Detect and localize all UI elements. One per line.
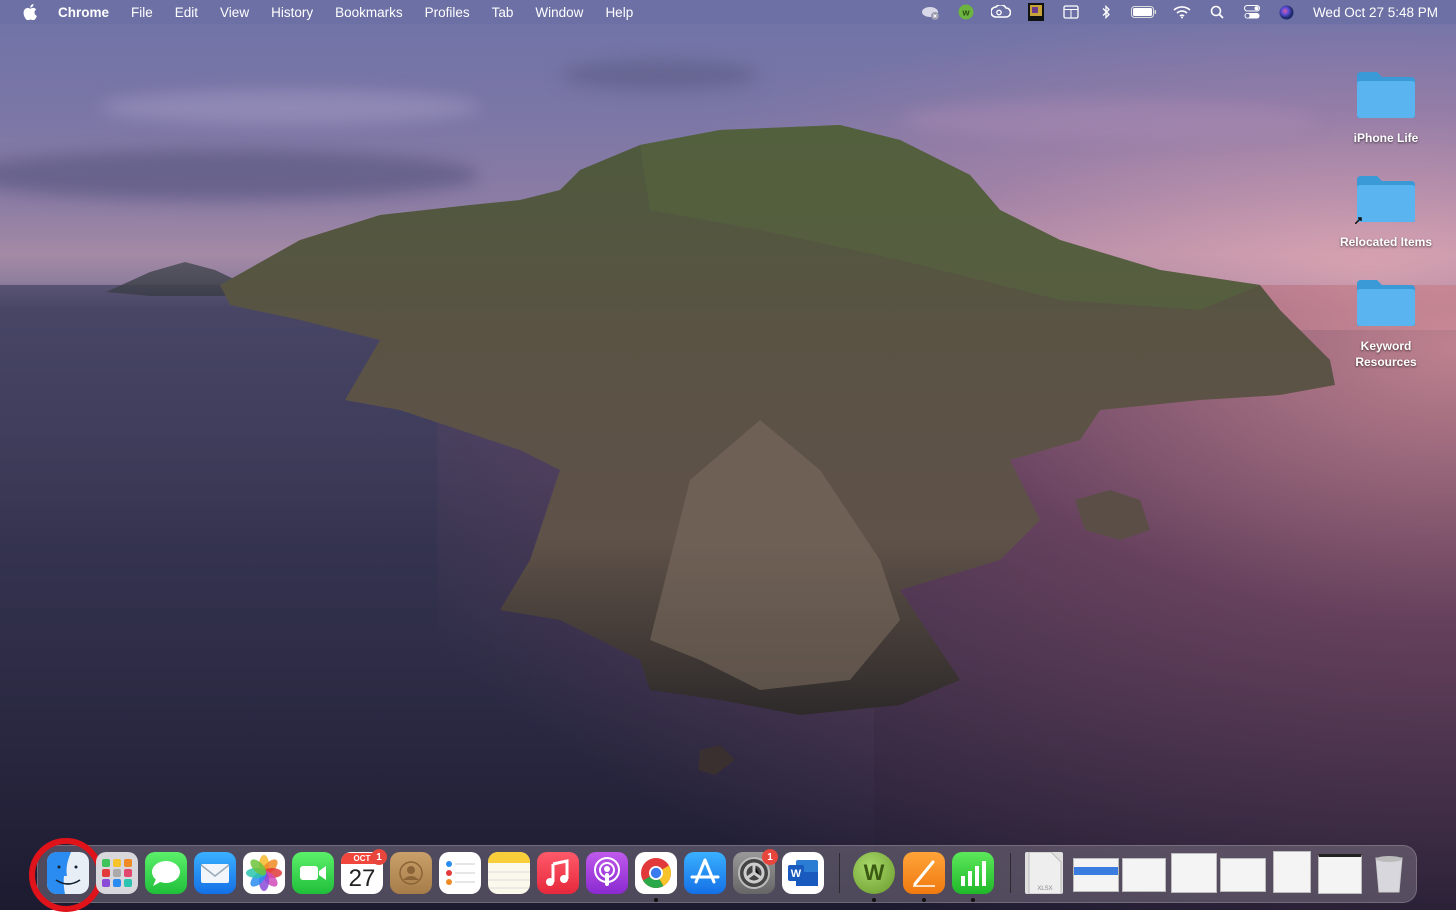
window-tiler-icon[interactable] [1061, 3, 1081, 21]
status-menu-area: w Wed Oct 27 5:48 PM [906, 0, 1438, 24]
desktop-folder-iphone-life[interactable]: iPhone Life [1331, 70, 1441, 146]
menu-tab[interactable]: Tab [492, 5, 514, 20]
dock-app-store[interactable] [684, 852, 726, 894]
running-indicator [922, 898, 926, 902]
dock-word[interactable]: W [782, 852, 824, 894]
dock-reminders[interactable] [439, 852, 481, 894]
battery-icon[interactable] [1130, 3, 1157, 21]
webroot-icon[interactable]: w [956, 3, 976, 21]
dock-pages-window-thumbnail[interactable] [1273, 851, 1311, 893]
menu-history[interactable]: History [271, 5, 313, 20]
desktop-icon-label: iPhone Life [1353, 131, 1419, 145]
messages-icon [152, 861, 180, 886]
dock-chrome[interactable] [635, 852, 677, 894]
notes-icon [488, 852, 530, 889]
dock-numbers-window-thumbnail[interactable] [1122, 858, 1166, 892]
menu-profiles[interactable]: Profiles [425, 5, 470, 20]
dock-music[interactable] [537, 852, 579, 894]
spotlight-search-icon[interactable] [1207, 3, 1227, 21]
trash-icon [1375, 856, 1403, 893]
running-indicator [971, 898, 975, 902]
dock-finder-window-thumbnail[interactable] [1073, 858, 1119, 892]
folder-alias-icon [1354, 174, 1417, 225]
podcasts-icon [594, 857, 620, 886]
island [106, 125, 1335, 775]
svg-text:W: W [791, 868, 802, 880]
launchpad-icon [102, 859, 132, 887]
folder-icon [1355, 278, 1417, 328]
dock-finder-window-thumbnail-2[interactable] [1220, 858, 1266, 892]
dock-photos[interactable] [243, 852, 285, 894]
menu-bar-clock[interactable]: Wed Oct 27 5:48 PM [1313, 5, 1438, 20]
dock-launchpad[interactable] [96, 852, 138, 894]
dock-xlsx-file[interactable]: XLSX [1025, 852, 1063, 894]
desktop-icon-label: Keyword Resources [1355, 339, 1417, 369]
bluetooth-icon[interactable] [1096, 3, 1116, 21]
siri-icon[interactable] [1277, 3, 1297, 21]
menu-help[interactable]: Help [605, 5, 633, 20]
dock-facetime[interactable] [292, 852, 334, 894]
xlsx-file-icon: XLSX [1028, 852, 1062, 894]
dock-pages[interactable] [903, 852, 945, 894]
running-indicator [872, 898, 876, 902]
app-status-icon[interactable] [1026, 3, 1046, 21]
control-center-icon[interactable] [1242, 3, 1262, 21]
menu-window[interactable]: Window [535, 5, 583, 20]
facetime-icon [300, 866, 326, 880]
webroot-icon: W [863, 860, 885, 885]
dock-numbers[interactable] [952, 852, 994, 894]
highlight-circle-annotation [29, 838, 103, 912]
menu-bar: Chrome File Edit View History Bookmarks … [0, 0, 1456, 24]
dock-webroot[interactable]: W [853, 852, 895, 894]
photos-icon [246, 855, 282, 891]
dock-divider [1010, 853, 1011, 893]
menu-edit[interactable]: Edit [175, 5, 198, 20]
system-preferences-badge: 1 [762, 849, 778, 865]
running-indicator [654, 898, 658, 902]
dock-messages[interactable] [145, 852, 187, 894]
svg-text:XLSX: XLSX [1037, 886, 1052, 892]
menu-file[interactable]: File [131, 5, 153, 20]
dock-notes[interactable] [488, 852, 530, 894]
svg-text:w: w [961, 8, 970, 18]
pages-icon [913, 860, 935, 887]
dock-contacts[interactable] [390, 852, 432, 894]
dock-chrome-window-thumbnail-2[interactable] [1318, 854, 1362, 894]
wifi-icon[interactable] [1172, 3, 1192, 21]
chrome-icon [641, 858, 672, 889]
calendar-badge: 1 [371, 849, 387, 865]
app-store-icon [690, 858, 720, 884]
desktop-folder-relocated-items[interactable]: Relocated Items [1331, 174, 1441, 250]
dock-trash[interactable] [1368, 852, 1410, 894]
menu-view[interactable]: View [220, 5, 249, 20]
thumbnail-content [1074, 867, 1118, 875]
reminders-icon [446, 861, 475, 885]
apple-menu-icon[interactable] [21, 4, 39, 20]
menu-app-chrome[interactable]: Chrome [58, 5, 109, 20]
folder-icon [1355, 70, 1417, 120]
dock-divider [839, 853, 840, 893]
desktop-icon-label: Relocated Items [1339, 235, 1433, 249]
desktop-wallpaper [0, 0, 1456, 910]
dock-podcasts[interactable] [586, 852, 628, 894]
calendar-day: 27 [348, 864, 376, 892]
menu-bookmarks[interactable]: Bookmarks [335, 5, 403, 20]
mail-icon [200, 864, 230, 883]
adobe-creative-cloud-icon[interactable] [990, 3, 1011, 21]
word-icon: W [788, 860, 818, 886]
creative-cloud-sync-icon[interactable] [921, 3, 941, 21]
dock-chrome-window-thumbnail[interactable] [1171, 853, 1217, 893]
dock-mail[interactable] [194, 852, 236, 894]
music-icon [546, 859, 569, 886]
numbers-icon [961, 861, 986, 886]
desktop-folder-keyword-resources[interactable]: Keyword Resources [1331, 278, 1441, 370]
contacts-icon [399, 861, 423, 885]
